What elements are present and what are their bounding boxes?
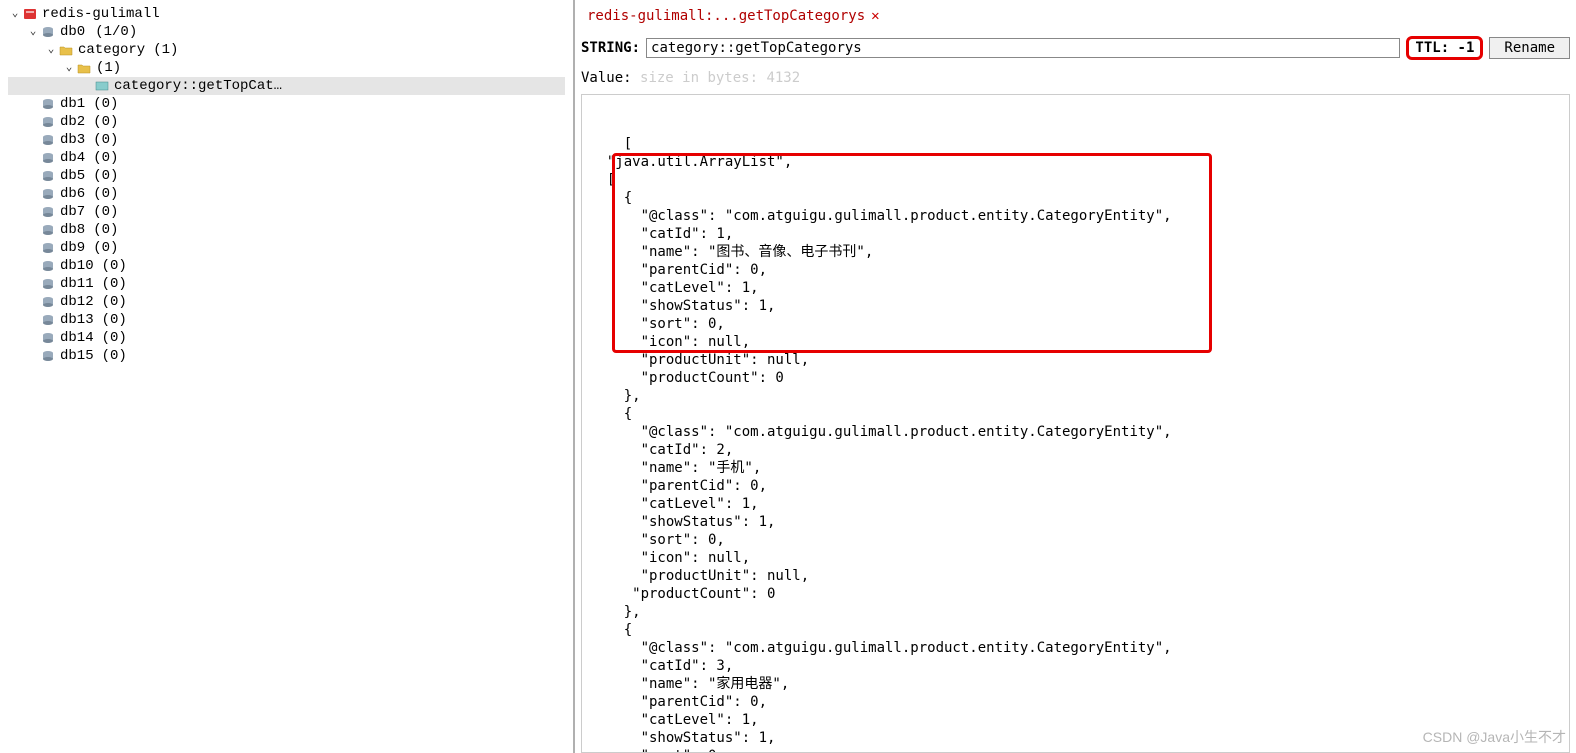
tree-db-label: db11 xyxy=(60,275,94,293)
tree-db-count: (0) xyxy=(102,293,127,311)
tree-db-count: (0) xyxy=(93,185,118,203)
server-icon xyxy=(22,7,38,21)
close-icon[interactable]: ✕ xyxy=(871,8,879,24)
tree-db[interactable]: db5 (0) xyxy=(8,167,565,185)
database-icon xyxy=(40,115,56,129)
tree-db-count: (0) xyxy=(93,221,118,239)
chevron-down-icon[interactable]: ⌄ xyxy=(26,25,40,39)
tree-db-label: db3 xyxy=(60,131,85,149)
tree-category[interactable]: ⌄ category (1) xyxy=(8,41,565,59)
tree-db-label: db4 xyxy=(60,149,85,167)
tree-category-label: category xyxy=(78,41,145,59)
tree-db-count: (0) xyxy=(102,347,127,365)
tree-db-label: db12 xyxy=(60,293,94,311)
tree-db[interactable]: db10 (0) xyxy=(8,257,565,275)
tree-db[interactable]: db3 (0) xyxy=(8,131,565,149)
tree-db-count: (0) xyxy=(93,167,118,185)
key-name-input[interactable] xyxy=(646,38,1400,58)
type-label: STRING: xyxy=(581,40,640,56)
database-icon xyxy=(40,223,56,237)
tab-key[interactable]: redis-gulimall:...getTopCategorys ✕ xyxy=(581,6,886,26)
database-icon xyxy=(40,295,56,309)
chevron-down-icon[interactable]: ⌄ xyxy=(8,7,22,21)
tree-db[interactable]: db14 (0) xyxy=(8,329,565,347)
tree-db-label: db14 xyxy=(60,329,94,347)
rename-button[interactable]: Rename xyxy=(1489,37,1570,59)
chevron-down-icon[interactable]: ⌄ xyxy=(62,61,76,75)
tree-db-count: (0) xyxy=(93,149,118,167)
tree-db-label: db7 xyxy=(60,203,85,221)
tree-db-label: db13 xyxy=(60,311,94,329)
tab-label: redis-gulimall:...getTopCategorys xyxy=(587,8,865,24)
tree-db-label: db9 xyxy=(60,239,85,257)
tree-db0-label: db0 xyxy=(60,23,85,41)
tree-db-count: (0) xyxy=(93,239,118,257)
tree-db-count: (0) xyxy=(93,113,118,131)
tree-db-count: (0) xyxy=(102,311,127,329)
tree-db-label: db15 xyxy=(60,347,94,365)
database-icon xyxy=(40,187,56,201)
tree-db-label: db6 xyxy=(60,185,85,203)
tree-db[interactable]: db15 (0) xyxy=(8,347,565,365)
database-icon xyxy=(40,133,56,147)
ttl-box[interactable]: TTL: -1 xyxy=(1406,36,1483,60)
tree-db-count: (0) xyxy=(93,203,118,221)
key-field-row: STRING: TTL: -1 Rename xyxy=(581,36,1570,60)
tree-db[interactable]: db7 (0) xyxy=(8,203,565,221)
tree-db[interactable]: db12 (0) xyxy=(8,293,565,311)
tree-db-count: (0) xyxy=(93,95,118,113)
database-icon xyxy=(40,97,56,111)
database-icon xyxy=(40,25,56,39)
database-icon xyxy=(40,313,56,327)
tree-db-label: db10 xyxy=(60,257,94,275)
tree-db[interactable]: db11 (0) xyxy=(8,275,565,293)
database-icon xyxy=(40,151,56,165)
tree-db[interactable]: db1 (0) xyxy=(8,95,565,113)
value-label: Value: xyxy=(581,70,632,86)
tree-db[interactable]: db4 (0) xyxy=(8,149,565,167)
tree-db-label: db1 xyxy=(60,95,85,113)
tree-db-label: db5 xyxy=(60,167,85,185)
tree-root[interactable]: ⌄ redis-gulimall xyxy=(8,5,565,23)
size-label: size in bytes: 4132 xyxy=(640,70,800,86)
value-row: Value: size in bytes: 4132 xyxy=(581,70,1570,86)
tree-sidebar: ⌄ redis-gulimall ⌄ db0 (1/0) ⌄ category … xyxy=(0,0,575,753)
tree-db[interactable]: db2 (0) xyxy=(8,113,565,131)
folder-open-icon xyxy=(76,61,92,75)
database-icon xyxy=(40,241,56,255)
tree-db[interactable]: db8 (0) xyxy=(8,221,565,239)
tree-db[interactable]: db6 (0) xyxy=(8,185,565,203)
main-panel: redis-gulimall:...getTopCategorys ✕ STRI… xyxy=(575,0,1576,753)
tree-db0-count: (1/0) xyxy=(95,23,137,41)
database-icon xyxy=(40,331,56,345)
chevron-down-icon[interactable]: ⌄ xyxy=(44,43,58,57)
tree-db-count: (0) xyxy=(102,257,127,275)
database-icon xyxy=(40,259,56,273)
tree-folder1-label: (1) xyxy=(96,59,121,77)
tree-category-count: (1) xyxy=(153,41,178,59)
tree-key-label: category::getTopCat… xyxy=(114,77,282,95)
tree-db[interactable]: db9 (0) xyxy=(8,239,565,257)
value-content[interactable]: [ "java.util.ArrayList", [ { "@class": "… xyxy=(581,94,1570,753)
json-text: [ "java.util.ArrayList", [ { "@class": "… xyxy=(590,136,1172,753)
tree-db-label: db8 xyxy=(60,221,85,239)
tree-db0[interactable]: ⌄ db0 (1/0) xyxy=(8,23,565,41)
tree-db-count: (0) xyxy=(102,275,127,293)
tree-key-item[interactable]: category::getTopCat… xyxy=(8,77,565,95)
key-icon xyxy=(94,79,110,93)
database-icon xyxy=(40,169,56,183)
tree-db-count: (0) xyxy=(102,329,127,347)
tree-folder-1[interactable]: ⌄ (1) xyxy=(8,59,565,77)
database-icon xyxy=(40,277,56,291)
database-icon xyxy=(40,349,56,363)
folder-open-icon xyxy=(58,43,74,57)
tree-db-label: db2 xyxy=(60,113,85,131)
tab-bar: redis-gulimall:...getTopCategorys ✕ xyxy=(581,4,1570,28)
tree-root-label: redis-gulimall xyxy=(42,5,160,23)
tree-db[interactable]: db13 (0) xyxy=(8,311,565,329)
database-icon xyxy=(40,205,56,219)
tree-db-count: (0) xyxy=(93,131,118,149)
watermark: CSDN @Java小生不才 xyxy=(1423,727,1566,747)
